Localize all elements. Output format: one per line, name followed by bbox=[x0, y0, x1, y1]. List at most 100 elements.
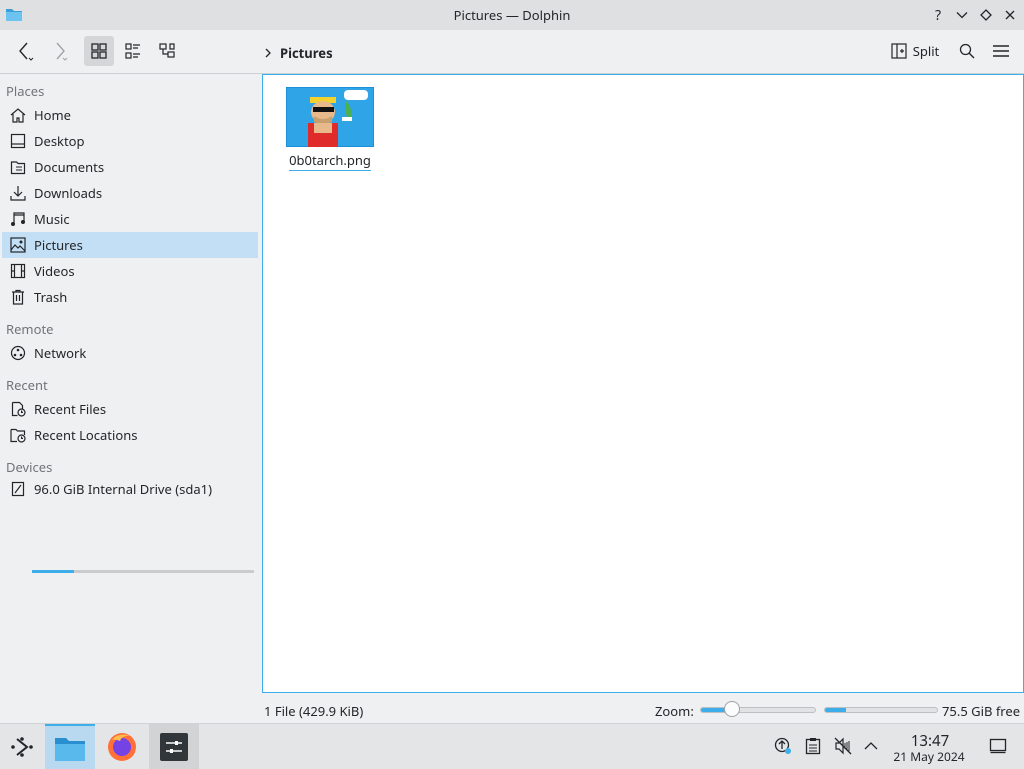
search-icon bbox=[959, 43, 975, 59]
sidebar-item-documents[interactable]: Documents bbox=[2, 154, 258, 180]
chevron-down-icon bbox=[956, 12, 968, 19]
split-button[interactable]: Split bbox=[884, 36, 946, 66]
compact-view-button[interactable] bbox=[118, 36, 148, 66]
firefox-icon bbox=[108, 732, 136, 761]
application-launcher-icon bbox=[11, 736, 33, 757]
updates-icon bbox=[774, 737, 791, 754]
sidebar-item-label: Home bbox=[34, 106, 71, 124]
split-label: Split bbox=[912, 42, 940, 60]
free-space-bar bbox=[824, 707, 938, 713]
trash-icon bbox=[9, 288, 27, 306]
show-desktop-icon bbox=[989, 738, 1007, 754]
devices-heading: Devices bbox=[6, 458, 53, 476]
tray-updates[interactable] bbox=[773, 736, 793, 756]
music-icon bbox=[9, 210, 27, 228]
task-firefox[interactable] bbox=[97, 724, 147, 769]
sidebar-item-recent-files[interactable]: Recent Files bbox=[2, 396, 258, 422]
task-system-settings[interactable] bbox=[149, 724, 199, 769]
status-bar: 1 File (429.9 KiB) Zoom: 75.5 GiB free bbox=[0, 693, 1024, 723]
file-view[interactable]: 0b0tarch.png bbox=[262, 74, 1024, 693]
sidebar-item-pictures[interactable]: Pictures bbox=[2, 232, 258, 258]
documents-icon bbox=[9, 158, 27, 176]
sidebar-item-label: Pictures bbox=[34, 236, 83, 254]
clock-date[interactable]: 21 May 2024 bbox=[888, 748, 970, 765]
chevron-up-icon bbox=[864, 742, 878, 750]
sidebar-item-label: Desktop bbox=[34, 132, 85, 150]
recent-files-icon bbox=[9, 400, 27, 418]
zoom-slider[interactable] bbox=[700, 707, 816, 713]
split-view-icon bbox=[891, 43, 907, 59]
chevron-left-icon bbox=[19, 42, 34, 61]
clipboard-icon bbox=[805, 738, 821, 755]
close-icon bbox=[1005, 10, 1015, 20]
remote-heading: Remote bbox=[6, 320, 54, 338]
tray-clipboard[interactable] bbox=[803, 736, 823, 756]
icons-view-button[interactable] bbox=[84, 36, 114, 66]
grid-view-icon bbox=[91, 43, 107, 59]
sidebar-item-videos[interactable]: Videos bbox=[2, 258, 258, 284]
hamburger-menu-icon bbox=[993, 45, 1009, 57]
task-dolphin[interactable] bbox=[45, 724, 95, 769]
zoom-label: Zoom: bbox=[655, 702, 694, 720]
sidebar-item-downloads[interactable]: Downloads bbox=[2, 180, 258, 206]
details-view-button[interactable] bbox=[152, 36, 182, 66]
breadcrumb: Pictures bbox=[264, 44, 333, 62]
compact-view-icon bbox=[125, 43, 140, 59]
drive-usage-bar bbox=[32, 570, 254, 573]
home-icon bbox=[9, 106, 27, 124]
sidebar-item-network[interactable]: Network bbox=[2, 340, 258, 366]
help-button[interactable]: ? bbox=[928, 5, 948, 25]
sidebar-item-music[interactable]: Music bbox=[2, 206, 258, 232]
settings-icon bbox=[160, 732, 188, 761]
videos-icon bbox=[9, 262, 27, 280]
file-name: 0b0tarch.png bbox=[289, 151, 371, 171]
maximize-button[interactable] bbox=[976, 5, 996, 25]
tree-view-icon bbox=[159, 43, 175, 58]
minimize-button[interactable] bbox=[952, 5, 972, 25]
places-panel: Places Home Desktop Documents Downloads … bbox=[0, 74, 260, 722]
sidebar-item-label: Trash bbox=[34, 288, 68, 306]
show-desktop-button[interactable] bbox=[988, 736, 1008, 756]
sidebar-item-desktop[interactable]: Desktop bbox=[2, 128, 258, 154]
image-thumbnail bbox=[286, 87, 374, 147]
file-item[interactable]: 0b0tarch.png bbox=[285, 87, 375, 171]
tray-volume[interactable] bbox=[833, 736, 853, 756]
sidebar-item-label: Recent Files bbox=[34, 400, 107, 418]
network-icon bbox=[9, 344, 27, 362]
pictures-icon bbox=[9, 236, 27, 254]
help-icon: ? bbox=[934, 5, 942, 25]
volume-muted-icon bbox=[834, 737, 852, 755]
diamond-icon bbox=[980, 9, 992, 21]
recent-locations-icon bbox=[9, 426, 27, 444]
tray-expand[interactable] bbox=[861, 736, 881, 756]
breadcrumb-item-pictures[interactable]: Pictures bbox=[280, 44, 333, 62]
sidebar-item-label: Network bbox=[34, 344, 87, 362]
folder-icon bbox=[55, 737, 85, 761]
application-launcher-button[interactable] bbox=[0, 724, 44, 769]
main-toolbar: Pictures Split bbox=[0, 30, 1024, 74]
status-text: 1 File (429.9 KiB) bbox=[264, 702, 364, 720]
zoom-slider-handle[interactable] bbox=[724, 701, 741, 717]
forward-button[interactable] bbox=[44, 36, 74, 66]
recent-heading: Recent bbox=[6, 376, 48, 394]
menu-button[interactable] bbox=[986, 36, 1016, 66]
sidebar-item-label: Recent Locations bbox=[34, 426, 138, 444]
free-space-text: 75.5 GiB free bbox=[942, 702, 1021, 720]
places-heading: Places bbox=[6, 82, 45, 100]
sidebar-item-trash[interactable]: Trash bbox=[2, 284, 258, 310]
sidebar-item-internal-drive[interactable]: 96.0 GiB Internal Drive (sda1) bbox=[2, 476, 258, 502]
sidebar-item-label: Videos bbox=[34, 262, 75, 280]
drive-usage-fill bbox=[32, 570, 75, 573]
chevron-right-icon bbox=[265, 48, 271, 58]
window-titlebar[interactable]: Pictures — Dolphin ? bbox=[0, 0, 1024, 30]
desktop-icon bbox=[9, 132, 27, 150]
sidebar-item-label: 96.0 GiB Internal Drive (sda1) bbox=[34, 480, 212, 498]
free-space-fill bbox=[825, 708, 847, 712]
sidebar-item-label: Documents bbox=[34, 158, 105, 176]
close-button[interactable] bbox=[1000, 5, 1020, 25]
search-button[interactable] bbox=[952, 36, 982, 66]
sidebar-item-home[interactable]: Home bbox=[2, 102, 258, 128]
sidebar-item-recent-locations[interactable]: Recent Locations bbox=[2, 422, 258, 448]
chevron-right-icon bbox=[56, 42, 68, 61]
back-button[interactable] bbox=[10, 36, 40, 66]
